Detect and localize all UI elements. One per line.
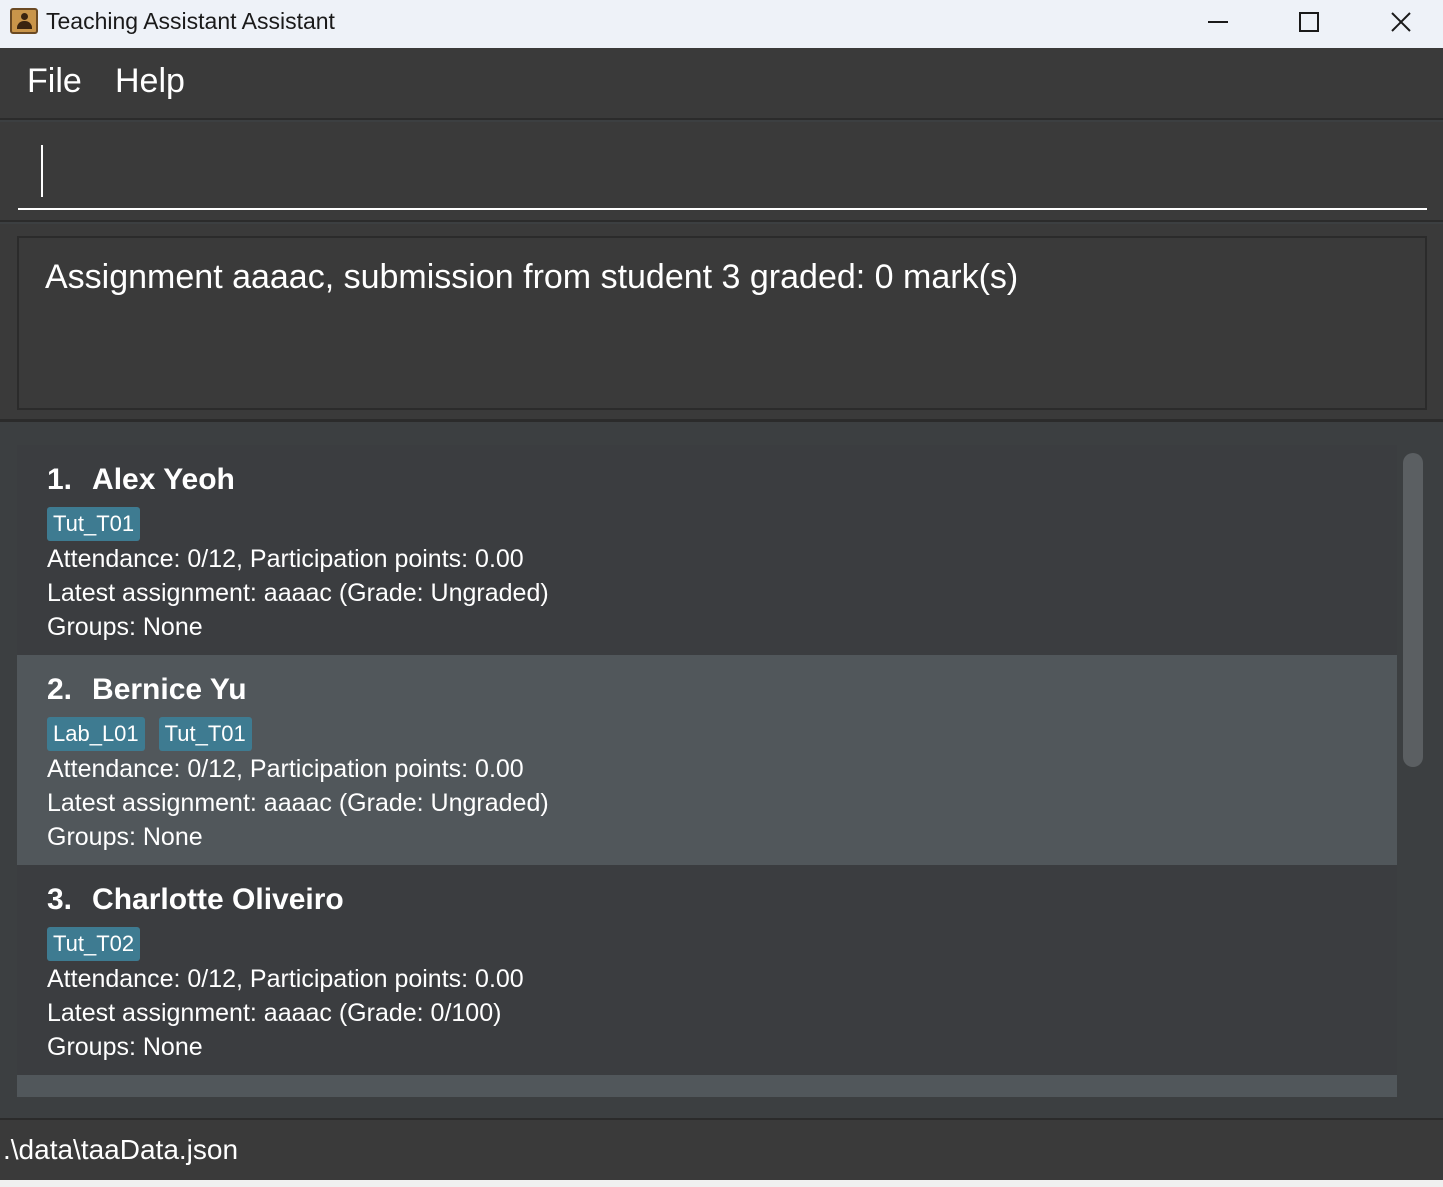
student-name-row: 2. Bernice Yu <box>47 673 247 707</box>
command-box <box>0 122 1443 222</box>
tag-list: Tut_T01 <box>47 507 141 541</box>
student-name: Charlotte Oliveiro <box>92 883 344 916</box>
maximize-icon <box>1299 12 1319 32</box>
student-index: 3. <box>47 883 73 916</box>
student-card[interactable]: 2. Bernice Yu Lab_L01 Tut_T01 Attendance:… <box>17 655 1397 865</box>
student-card[interactable]: 1. Alex Yeoh Tut_T01 Attendance: 0/12, Pa… <box>17 445 1397 655</box>
list-scrollbar[interactable] <box>1403 453 1423 767</box>
student-name: Alex Yeoh <box>92 463 235 496</box>
student-card[interactable]: 3. Charlotte Oliveiro Tut_T02 Attendance:… <box>17 865 1397 1075</box>
result-display: Assignment aaaac, submission from studen… <box>0 224 1443 422</box>
menu-file[interactable]: File <box>27 62 82 101</box>
tag: Tut_T02 <box>47 927 141 961</box>
result-message: Assignment aaaac, submission from studen… <box>45 258 1019 296</box>
menu-bar: File Help <box>0 48 1443 120</box>
data-file-path: .\data\taaData.json <box>3 1134 239 1165</box>
minimize-button[interactable] <box>1172 0 1264 44</box>
student-index: 2. <box>47 673 73 706</box>
window-title: Teaching Assistant Assistant <box>46 8 335 34</box>
student-name: Bernice Yu <box>92 673 247 706</box>
groups-text: Groups: None <box>47 1033 203 1061</box>
groups-text: Groups: None <box>47 613 203 641</box>
tag: Tut_T01 <box>158 717 252 751</box>
status-bar: .\data\taaData.json <box>0 1118 1443 1180</box>
result-box[interactable]: Assignment aaaac, submission from studen… <box>17 236 1427 410</box>
student-list-panel: 1. Alex Yeoh Tut_T01 Attendance: 0/12, Pa… <box>0 425 1443 1118</box>
maximize-button[interactable] <box>1263 0 1355 44</box>
close-button[interactable] <box>1355 0 1443 44</box>
student-name-row: 3. Charlotte Oliveiro <box>47 883 344 917</box>
tag-list: Tut_T02 <box>47 927 141 961</box>
close-icon <box>1391 12 1411 32</box>
attendance-text: Attendance: 0/12, Participation points: … <box>47 545 524 573</box>
attendance-text: Attendance: 0/12, Participation points: … <box>47 755 524 783</box>
assignment-text: Latest assignment: aaaac (Grade: Ungrade… <box>47 789 549 817</box>
command-input[interactable] <box>18 132 1427 210</box>
address-book-icon <box>10 8 38 34</box>
assignment-text: Latest assignment: aaaac (Grade: Ungrade… <box>47 579 549 607</box>
tag: Tut_T01 <box>47 507 141 541</box>
groups-text: Groups: None <box>47 823 203 851</box>
student-index: 1. <box>47 463 73 496</box>
tag: Lab_L01 <box>47 717 145 751</box>
assignment-text: Latest assignment: aaaac (Grade: 0/100) <box>47 999 502 1027</box>
attendance-text: Attendance: 0/12, Participation points: … <box>47 965 524 993</box>
student-card-partial[interactable] <box>17 1075 1397 1097</box>
text-caret <box>41 145 43 197</box>
window-bottom-edge <box>0 1180 1443 1187</box>
title-bar: Teaching Assistant Assistant <box>0 0 1443 48</box>
student-name-row: 1. Alex Yeoh <box>47 463 235 497</box>
menu-help[interactable]: Help <box>115 62 185 101</box>
student-list[interactable]: 1. Alex Yeoh Tut_T01 Attendance: 0/12, Pa… <box>17 445 1397 1097</box>
tag-list: Lab_L01 Tut_T01 <box>47 717 252 751</box>
minimize-icon <box>1208 21 1228 23</box>
